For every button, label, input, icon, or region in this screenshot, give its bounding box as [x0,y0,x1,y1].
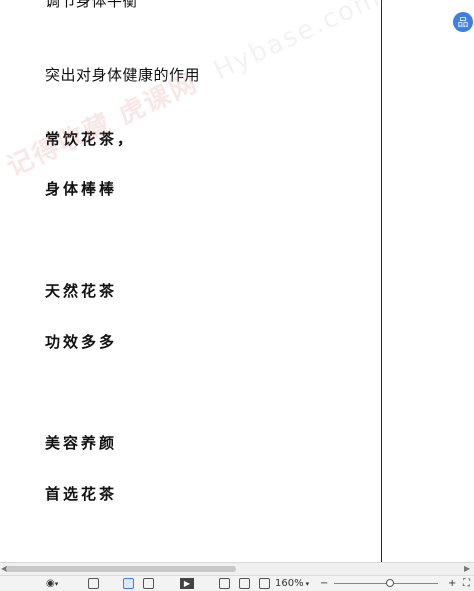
zoom-in-button[interactable]: + [448,577,456,590]
document-canvas[interactable]: 调节身体平衡 突出对身体健康的作用 常饮花茶， 身体棒棒 天然花茶 功效多多 美… [0,0,382,562]
doc-line-8: 首选花茶 [45,485,118,503]
fit-width-icon[interactable] [239,577,250,590]
zoom-in-icon: + [448,578,457,589]
float-tool-button[interactable]: 品 [453,12,473,32]
page-view-icon[interactable] [123,577,134,590]
zoom-slider[interactable] [334,579,438,587]
scroll-right-icon[interactable]: ▶ [464,564,470,573]
watermark: 记得收藏 虎课网 Hybase.com [0,0,382,183]
outline-icon[interactable] [88,577,99,590]
eye-icon[interactable]: ◉ ▾ [46,577,58,590]
scrollbar-thumb[interactable] [6,566,236,572]
zoom-value: 160% [275,578,304,589]
fullscreen-icon[interactable]: ⛶ [463,577,470,590]
fit-page-icon[interactable] [219,577,230,590]
float-tool-icon: 品 [457,16,469,29]
page-icon[interactable] [259,577,270,590]
doc-line-7: 美容养颜 [45,434,118,452]
status-bar: ◉ ▾ ▶ 160% ▾ − + ⛶ [0,575,474,591]
play-icon[interactable]: ▶ [180,577,194,590]
doc-line-2: 突出对身体健康的作用 [45,66,201,84]
doc-line-4: 身体棒棒 [45,180,118,198]
doc-line-5: 天然花茶 [45,282,118,300]
zoom-slider-knob[interactable] [386,579,394,587]
doc-line-3: 常饮花茶， [45,130,136,148]
doc-line-6: 功效多多 [45,333,118,351]
horizontal-scrollbar[interactable]: ◀ ▶ [0,562,474,575]
watermark-en: Hybase.com [209,0,382,87]
zoom-out-button[interactable]: − [320,577,328,590]
doc-line-1: 调节身体平衡 [45,0,139,10]
zoom-level[interactable]: 160% ▾ [275,577,309,590]
read-view-icon[interactable] [143,577,154,590]
workspace-margin [382,0,474,562]
zoom-out-icon: − [320,578,329,589]
